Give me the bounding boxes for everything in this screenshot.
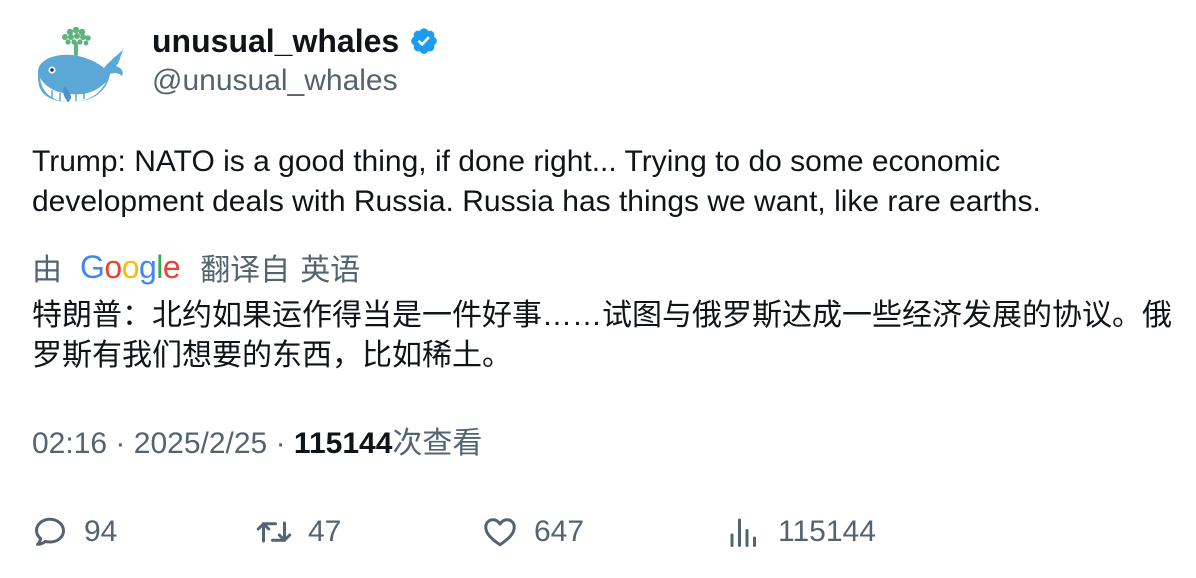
translation-source-language: 英语 bbox=[300, 254, 361, 287]
reply-icon bbox=[35, 517, 65, 546]
avatar[interactable] bbox=[30, 22, 126, 118]
tweet-text: Trump: NATO is a good thing, if done rig… bbox=[32, 145, 1041, 218]
reply-count: 94 bbox=[84, 515, 118, 548]
meta-separator: · bbox=[115, 427, 126, 460]
like-button[interactable]: 647 bbox=[482, 510, 584, 554]
views-count: 115144 bbox=[293, 427, 393, 460]
views-action-count: 115144 bbox=[778, 515, 876, 548]
tweet-card: unusual_whales @unusual_whales Trump: NA… bbox=[0, 0, 1196, 578]
translation-attribution: 由 Google 翻译自 英语 bbox=[32, 247, 361, 288]
retweet-icon bbox=[256, 521, 292, 543]
tweet-meta: 02:16 · 2025/2/25 · 115144次查看 bbox=[32, 424, 482, 464]
user-handle[interactable]: @unusual_whales bbox=[152, 62, 398, 100]
display-name[interactable]: unusual_whales bbox=[152, 22, 439, 60]
action-bar: 94 47 647 115144 bbox=[32, 510, 1172, 554]
like-count: 647 bbox=[534, 515, 585, 548]
analytics-icon bbox=[730, 518, 756, 547]
meta-separator: · bbox=[275, 427, 286, 460]
translated-text: 特朗普：北约如果运作得当是一件好事……试图与俄罗斯达成一些经济发展的协议。俄罗斯… bbox=[32, 299, 1172, 372]
retweet-count: 47 bbox=[308, 515, 342, 548]
verified-badge-icon bbox=[411, 28, 437, 54]
tweet-date[interactable]: 2025/2/25 bbox=[134, 427, 267, 460]
google-logo: Google bbox=[80, 248, 181, 285]
translation-from-label: 翻译自 bbox=[200, 254, 291, 287]
tweet-time[interactable]: 02:16 bbox=[32, 427, 107, 460]
views-label: 次查看 bbox=[392, 427, 483, 460]
views-button[interactable]: 115144 bbox=[726, 510, 876, 554]
whale-icon bbox=[38, 26, 124, 102]
translation-by-label: 由 bbox=[32, 254, 62, 287]
heart-icon bbox=[484, 518, 516, 547]
display-name-text: unusual_whales bbox=[152, 23, 400, 59]
retweet-button[interactable]: 47 bbox=[256, 510, 341, 554]
reply-button[interactable]: 94 bbox=[32, 510, 117, 554]
